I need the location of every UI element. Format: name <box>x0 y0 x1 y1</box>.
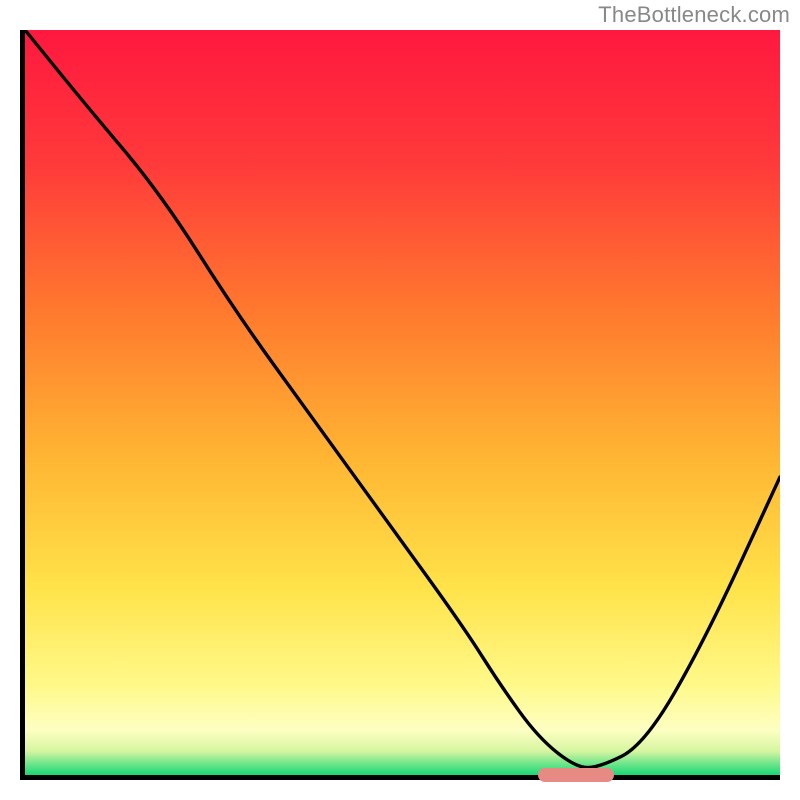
chart-container: TheBottleneck.com <box>0 0 800 800</box>
plot-axes <box>20 30 780 780</box>
watermark-text: TheBottleneck.com <box>598 2 790 28</box>
plot-area <box>25 30 780 775</box>
plot-svg <box>25 30 780 775</box>
gradient-background <box>25 30 780 775</box>
optimal-range-marker <box>538 768 614 782</box>
